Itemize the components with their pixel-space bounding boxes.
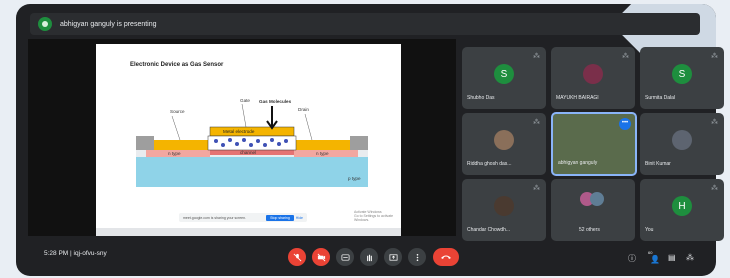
- gas-molecules-label: Gas Molecules: [259, 99, 292, 104]
- gas-sensor-diagram: [136, 103, 368, 187]
- participant-tile[interactable]: ⁂ S Surmita Dalal: [640, 47, 724, 109]
- chat-icon[interactable]: ▤: [668, 253, 676, 262]
- pin-icon[interactable]: ⁂: [710, 52, 719, 61]
- participant-tile[interactable]: ⁂ Chandar Chowdh...: [462, 179, 546, 241]
- more-vert-icon: [416, 253, 418, 261]
- n-type-left-label: n type: [168, 151, 181, 156]
- metal-electrode-label: Metal electrode: [223, 129, 255, 134]
- presenting-banner: abhigyan ganguly is presenting: [30, 13, 700, 35]
- participant-tile[interactable]: ⁂ S Shubho Das: [462, 47, 546, 109]
- others-avatars: [580, 192, 606, 208]
- watermark-line-2: Go to Settings to activate Windows.: [354, 214, 394, 222]
- pin-icon[interactable]: ⁂: [710, 184, 719, 193]
- pin-icon[interactable]: ⁂: [532, 118, 541, 127]
- captions-icon: [341, 253, 349, 261]
- present-to-all-icon: [38, 17, 52, 31]
- participant-name: Shubho Das: [467, 95, 495, 101]
- participant-tile[interactable]: ⁂ Binit Kumar: [640, 113, 724, 175]
- avatar: [583, 64, 603, 84]
- control-bar: 5:28 PM | iqj-ofvu-sny ⓘ 60 👤 ▤ ⁂: [16, 240, 716, 276]
- pin-icon[interactable]: ⁂: [710, 118, 719, 127]
- meeting-info: 5:28 PM | iqj-ofvu-sny: [44, 250, 107, 257]
- participant-name: abhigyan ganguly: [558, 160, 598, 166]
- participant-name: Riddha ghosh das...: [467, 161, 512, 167]
- participant-name: Binit Kumar: [645, 161, 671, 167]
- captions-button[interactable]: [336, 248, 354, 266]
- leave-call-button[interactable]: [433, 248, 459, 266]
- source-contact: [136, 136, 154, 150]
- activities-icon[interactable]: ⁂: [686, 253, 694, 262]
- present-button[interactable]: [384, 248, 402, 266]
- more-options-icon[interactable]: •••: [619, 118, 631, 130]
- raise-hand-button[interactable]: [360, 248, 378, 266]
- avatar: [494, 196, 514, 216]
- people-button[interactable]: 60 👤: [648, 246, 662, 266]
- drain-label: Drain: [298, 107, 309, 112]
- participant-tile[interactable]: ⁂ MAYUKH BAIRAGI: [551, 47, 635, 109]
- raise-hand-icon: [366, 254, 372, 261]
- avatar: [672, 130, 692, 150]
- others-count: 52 others: [579, 227, 600, 233]
- self-tile[interactable]: ⁂ H You: [640, 179, 724, 241]
- p-type-label: p type: [348, 176, 361, 181]
- avatar: [590, 192, 604, 206]
- presenting-text: abhigyan ganguly is presenting: [60, 20, 157, 28]
- share-text: meet.google.com is sharing your screen.: [183, 215, 247, 220]
- shared-slide: Electronic Device as Gas Sensor Gate Gas…: [96, 44, 401, 236]
- participant-name: Surmita Dalal: [645, 95, 676, 101]
- participant-tile[interactable]: ⁂ Riddha ghosh das...: [462, 113, 546, 175]
- avatar: S: [672, 64, 692, 84]
- people-icon: 👤: [650, 255, 660, 264]
- gate-label: Gate: [240, 98, 250, 103]
- source-label: Source: [170, 109, 185, 114]
- activate-windows-watermark: Activate Windows Go to Settings to activ…: [354, 210, 401, 222]
- n-type-right-label: n type: [316, 151, 329, 156]
- avatar: H: [672, 196, 692, 216]
- separator: |: [70, 250, 72, 257]
- camera-off-icon: [317, 253, 325, 261]
- active-speaker-tile[interactable]: ••• abhigyan ganguly: [551, 112, 637, 176]
- meeting-code: iqj-ofvu-sny: [73, 250, 107, 257]
- channel-label: channel: [240, 150, 257, 155]
- participant-name: MAYUKH BAIRAGI: [556, 95, 599, 101]
- p-type-region: [136, 157, 368, 187]
- pin-icon[interactable]: ⁂: [532, 184, 541, 193]
- screen-share-bar: meet.google.com is sharing your screen. …: [179, 213, 307, 222]
- pin-icon[interactable]: ⁂: [532, 52, 541, 61]
- mic-off-icon: [293, 253, 301, 261]
- meeting-details-icon[interactable]: ⓘ: [628, 253, 636, 264]
- mic-off-button[interactable]: [288, 248, 306, 266]
- call-end-icon: [441, 255, 451, 259]
- slide-taskbar: [96, 228, 401, 236]
- pin-icon[interactable]: ⁂: [621, 52, 630, 61]
- gas-arrow: [266, 106, 278, 130]
- gas-chamber: [207, 135, 297, 151]
- stop-sharing-button[interactable]: Stop sharing: [266, 214, 294, 221]
- others-tile[interactable]: 52 others: [551, 179, 635, 241]
- present-icon: [389, 253, 397, 261]
- avatar: [494, 130, 514, 150]
- hide-button[interactable]: Hide: [296, 216, 303, 220]
- meeting-time: 5:28 PM: [44, 250, 69, 257]
- drain-contact: [350, 136, 368, 150]
- participant-name: Chandar Chowdh...: [467, 227, 511, 233]
- more-options-button[interactable]: [408, 248, 426, 266]
- avatar: S: [494, 64, 514, 84]
- participant-name: You: [645, 227, 654, 233]
- camera-off-button[interactable]: [312, 248, 330, 266]
